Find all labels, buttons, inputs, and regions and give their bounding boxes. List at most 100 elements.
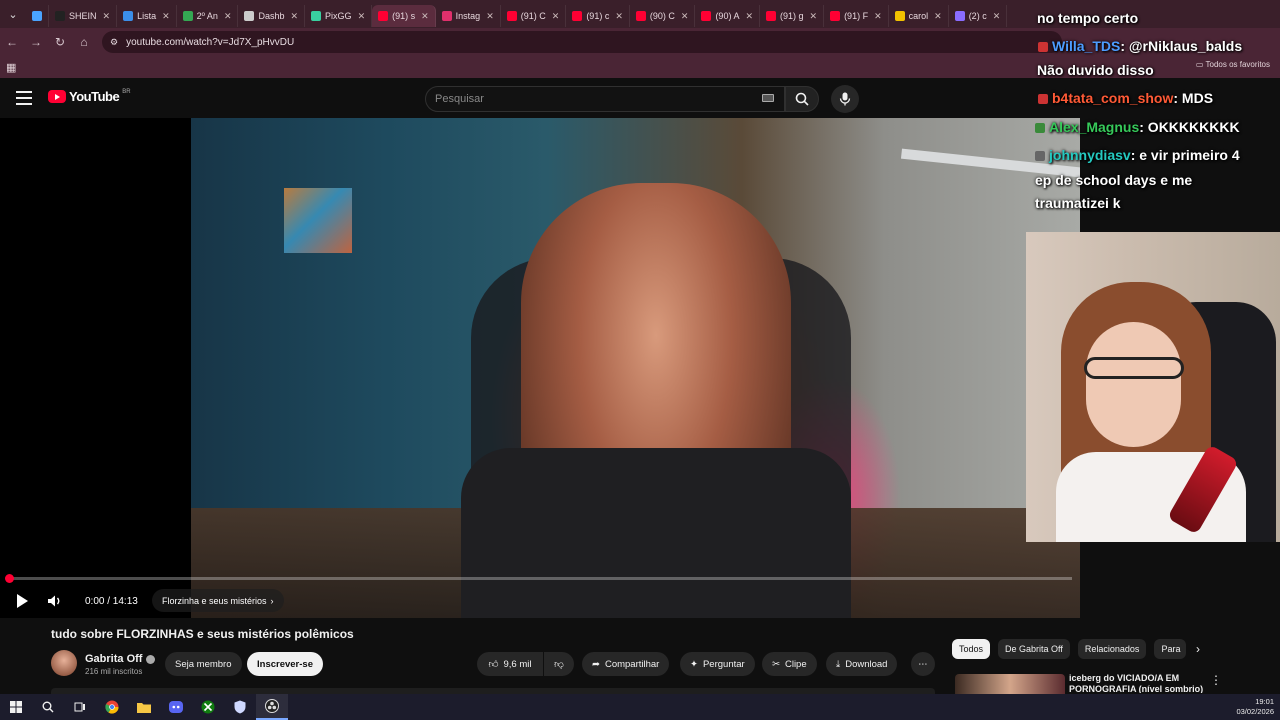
browser-tab[interactable]: 2º An ✕ <box>177 5 239 27</box>
channel-name: Gabrita Off <box>85 653 143 665</box>
progress-bar[interactable] <box>5 574 1072 583</box>
tab-close-icon[interactable]: ✕ <box>162 11 170 22</box>
chip-all[interactable]: Todos <box>952 639 991 659</box>
browser-tab[interactable]: (91) g ✕ <box>760 5 825 27</box>
forward-button[interactable]: → <box>24 28 48 56</box>
browser-tab[interactable]: (2) c ✕ <box>949 5 1008 27</box>
thumbs-down-icon: 👎︎ <box>554 659 564 670</box>
browser-tab[interactable]: PixGG ✕ <box>305 5 373 27</box>
back-button[interactable]: ← <box>0 28 24 56</box>
subscribe-button[interactable]: Inscrever-se <box>247 652 323 676</box>
search-input[interactable]: Pesquisar <box>425 86 785 112</box>
chat-line: Alex_Magnus: OKKKKKKKK <box>1035 119 1240 135</box>
browser-tab[interactable]: (91) s ✕ <box>372 5 436 27</box>
tab-close-icon[interactable]: ✕ <box>552 11 560 22</box>
tab-close-icon[interactable]: ✕ <box>103 11 111 22</box>
more-actions-button[interactable]: ⋯ <box>911 652 935 676</box>
chevron-right-icon[interactable]: › <box>1196 642 1200 656</box>
tab-favicon-icon <box>244 11 255 21</box>
share-icon: ➦ <box>592 658 600 670</box>
tab-close-icon[interactable]: ✕ <box>874 11 882 22</box>
address-text: youtube.com/watch?v=Jd7X_pHvvDU <box>126 36 295 48</box>
chapter-button[interactable]: Florzinha e seus mistérios › <box>152 589 284 612</box>
tab-favicon-icon <box>182 11 193 21</box>
video-player[interactable]: 0:00 / 14:13 Florzinha e seus mistérios … <box>0 118 1080 618</box>
dislike-button[interactable]: 👎︎ <box>544 652 574 676</box>
xbox-icon[interactable] <box>192 694 224 720</box>
chat-badge-icon <box>1038 94 1048 105</box>
chevron-right-icon: › <box>270 595 274 606</box>
browser-tab[interactable]: (90) A ✕ <box>695 5 760 27</box>
browser-tab[interactable]: (91) C ✕ <box>501 5 567 27</box>
obs-icon[interactable] <box>256 694 288 720</box>
file-explorer-icon[interactable] <box>128 694 160 720</box>
tab-search-chevron-icon[interactable]: ⌄ <box>0 0 26 28</box>
tab-close-icon[interactable]: ✕ <box>745 11 753 22</box>
browser-tab[interactable]: Dashb ✕ <box>238 5 306 27</box>
chip-related[interactable]: Relacionados <box>1077 639 1147 659</box>
tab-close-icon[interactable]: ✕ <box>358 11 366 22</box>
browser-tab[interactable]: Lista ✕ <box>117 5 177 27</box>
tab-close-icon[interactable]: ✕ <box>993 11 1001 22</box>
channel-avatar[interactable] <box>51 650 77 676</box>
chip-from-channel[interactable]: De Gabrita Off <box>998 639 1070 659</box>
chat-line: Não duvido disso <box>1037 62 1154 78</box>
tab-label: SHEIN <box>69 11 97 21</box>
address-bar[interactable]: ⚙ youtube.com/watch?v=Jd7X_pHvvDU <box>102 31 1062 53</box>
browser-tab[interactable]: Instag ✕ <box>436 5 501 27</box>
browser-tab[interactable]: (91) F ✕ <box>824 5 889 27</box>
join-button[interactable]: Seja membro <box>165 652 242 676</box>
tab-close-icon[interactable]: ✕ <box>421 11 429 22</box>
task-view-icon[interactable] <box>64 694 96 720</box>
thumbs-up-icon: 👍︎ <box>488 659 499 670</box>
chip-for-you[interactable]: Para <box>1154 639 1187 659</box>
tab-favicon-icon <box>635 11 646 21</box>
home-button[interactable]: ⌂ <box>72 28 96 56</box>
recommendation-thumbnail[interactable] <box>955 674 1065 694</box>
browser-tab[interactable] <box>26 5 49 27</box>
chrome-icon[interactable] <box>96 694 128 720</box>
apps-grid-icon[interactable]: ▦ <box>6 61 20 74</box>
browser-tab[interactable]: SHEIN ✕ <box>49 5 118 27</box>
tab-label: (91) c <box>586 11 610 21</box>
play-button[interactable] <box>12 590 32 612</box>
keyboard-icon[interactable] <box>762 94 774 102</box>
search-button[interactable] <box>785 86 819 112</box>
tab-close-icon[interactable]: ✕ <box>615 11 623 22</box>
clip-button[interactable]: ✂ Clipe <box>762 652 817 676</box>
like-count: 9,6 mil <box>503 658 532 670</box>
tab-close-icon[interactable]: ✕ <box>486 11 494 22</box>
chat-line: Willa_TDS: @rNiklaus_balds <box>1038 38 1242 54</box>
reload-button[interactable]: ↻ <box>48 28 72 56</box>
tab-close-icon[interactable]: ✕ <box>934 11 942 22</box>
discord-icon[interactable] <box>160 694 192 720</box>
browser-tab[interactable]: (91) c ✕ <box>566 5 630 27</box>
more-vertical-icon[interactable]: ⋮ <box>1210 673 1222 687</box>
volume-button[interactable] <box>45 590 65 612</box>
channel-name-link[interactable]: Gabrita Off <box>85 653 156 665</box>
taskbar-search-icon[interactable] <box>32 694 64 720</box>
share-button[interactable]: ➦ Compartilhar <box>582 652 670 676</box>
windows-start-icon[interactable] <box>0 694 32 720</box>
player-controls: 0:00 / 14:13 Florzinha e seus mistérios … <box>0 584 1080 618</box>
menu-icon[interactable] <box>16 91 32 105</box>
browser-tab[interactable]: carol ✕ <box>889 5 949 27</box>
tab-label: carol <box>908 11 929 21</box>
system-clock[interactable]: 19:01 03/02/2026 <box>1236 697 1274 717</box>
site-info-icon[interactable]: ⚙ <box>110 37 118 48</box>
recommendation-title[interactable]: iceberg do VICIADO/A EM PORNOGRAFIA (nív… <box>1069 673 1209 693</box>
tab-close-icon[interactable]: ✕ <box>681 11 689 22</box>
like-button[interactable]: 👍︎ 9,6 mil <box>477 652 543 676</box>
tab-close-icon[interactable]: ✕ <box>224 11 232 22</box>
voice-search-button[interactable] <box>831 85 859 113</box>
tab-close-icon[interactable]: ✕ <box>291 11 299 22</box>
video-frame[interactable] <box>191 118 1080 618</box>
youtube-logo[interactable]: YouTube BR <box>48 89 131 104</box>
tab-close-icon[interactable]: ✕ <box>810 11 818 22</box>
progress-scrubber[interactable] <box>5 574 14 583</box>
tab-favicon-icon <box>766 11 776 21</box>
security-shield-icon[interactable] <box>224 694 256 720</box>
ask-button[interactable]: ✦ Perguntar <box>680 652 755 676</box>
browser-tab[interactable]: (90) C ✕ <box>630 5 696 27</box>
download-button[interactable]: ⤓ Download <box>826 652 898 676</box>
